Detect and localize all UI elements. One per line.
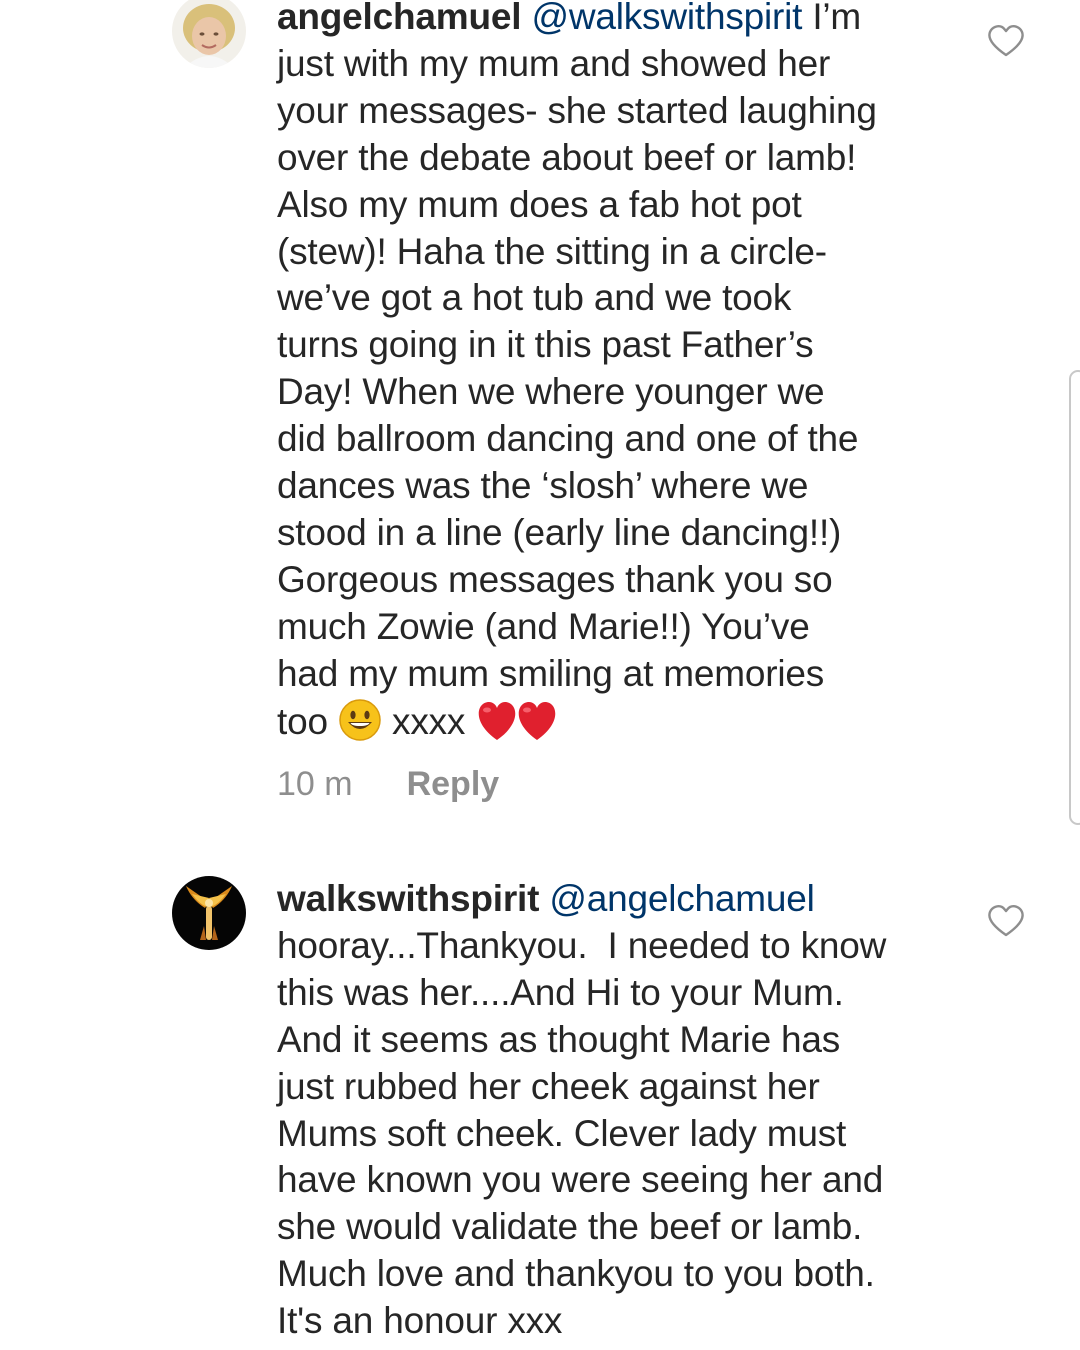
heart-outline-icon[interactable] — [987, 904, 1025, 938]
mention-link[interactable]: @angelchamuel — [549, 878, 815, 919]
comment-line: And it seems as thought Marie has — [277, 1018, 841, 1060]
comment-first-line: angelchamuel @walkswithspirit I’m — [277, 0, 957, 41]
comment-line: dances was the ‘slosh’ where we — [277, 465, 809, 507]
comment-line: much Zowie (and Marie!!) You’ve — [277, 605, 810, 647]
comment-line: had my mum smiling at memories — [277, 652, 825, 694]
comment-line: It's an honour xxx — [277, 1300, 563, 1342]
comment-line: stood in a line (early line dancing!!) — [277, 511, 842, 553]
red-heart-emoji — [515, 700, 559, 754]
comment-line: Also my mum does a fab hot pot — [277, 183, 802, 225]
avatar-angelchamuel[interactable] — [172, 0, 246, 68]
comment-line: just with my mum and showed her — [277, 42, 831, 84]
reply-button[interactable]: Reply — [407, 765, 500, 804]
comment-line: over the debate about beef or lamb! — [277, 136, 857, 178]
comment-line: just rubbed her cheek against her — [277, 1065, 820, 1107]
comment-line: have known you were seeing her and — [277, 1159, 884, 1201]
comment-line: your messages- she started laughing — [277, 89, 877, 131]
comment-timestamp: 10 m — [277, 765, 353, 803]
comment-line: Mums soft cheek. Clever lady must — [277, 1112, 847, 1154]
grinning-face-emoji — [338, 698, 382, 754]
comment-username[interactable]: walkswithspirit — [277, 878, 539, 919]
comment-line: hooray...Thankyou. I needed to know — [277, 924, 887, 966]
comment-line: this was her....And Hi to your Mum. — [277, 971, 844, 1013]
comment-text: too — [277, 700, 328, 742]
comment-line: we’ve got a hot tub and we took — [277, 277, 792, 319]
comment-text: I’m — [802, 0, 862, 37]
comment-first-line: walkswithspirit @angelchamuel — [277, 876, 957, 923]
comment-meta: 10 m Reply — [277, 765, 499, 804]
scrollbar[interactable] — [1069, 370, 1080, 825]
comment-text: xxxx — [392, 700, 466, 742]
comment-username[interactable]: angelchamuel — [277, 0, 522, 37]
comment-line: Day! When we where younger we — [277, 371, 825, 413]
comment-line: Much love and thankyou to you both. — [277, 1253, 875, 1295]
comment-line: Gorgeous messages thank you so — [277, 558, 833, 600]
avatar-walkswithspirit[interactable] — [172, 876, 246, 950]
heart-outline-icon[interactable] — [987, 24, 1025, 58]
comment-line: (stew)! Haha the sitting in a circle- — [277, 230, 827, 272]
comment-line: turns going in it this past Father’s — [277, 324, 814, 366]
comment-last-line: too xxxx — [277, 698, 957, 754]
red-heart-emoji — [475, 700, 519, 754]
comment-body: angelchamuel @walkswithspirit I’m just w… — [277, 0, 957, 754]
comment-body: walkswithspirit @angelchamuel hooray...T… — [277, 876, 957, 1345]
mention-link[interactable]: @walkswithspirit — [531, 0, 802, 37]
comment-line: did ballroom dancing and one of the — [277, 418, 859, 460]
comment-line: she would validate the beef or lamb. — [277, 1206, 863, 1248]
